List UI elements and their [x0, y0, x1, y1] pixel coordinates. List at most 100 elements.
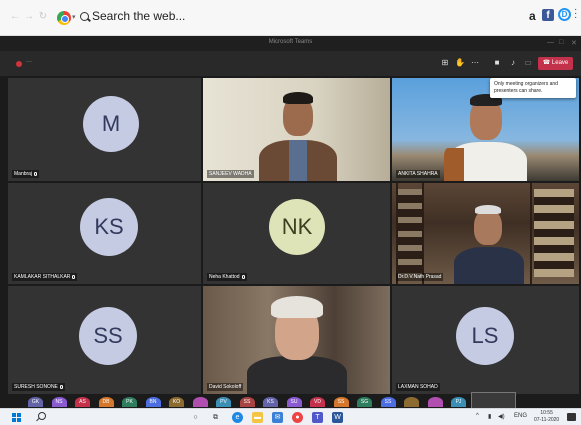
participant-name: Neha Khattod [207, 273, 247, 281]
avatar: LS [456, 307, 514, 365]
participant-tile[interactable]: M Manbraj [8, 78, 201, 181]
strip-participant-avatar[interactable]: KO [169, 397, 184, 407]
strip-participant-avatar[interactable] [404, 397, 419, 407]
task-view-icon[interactable]: ⧉ [210, 412, 221, 423]
call-timer: ··· [26, 59, 32, 65]
search-icon [80, 12, 89, 21]
strip-participant-avatar[interactable] [427, 397, 443, 407]
clock-date: 07-11-2020 [534, 417, 560, 423]
video-grid: M Manbraj SANJEEV WADHA ANKITA SHAHRA KS… [0, 76, 581, 396]
participant-name: KAMLAKAR SITHALKAR [12, 273, 78, 281]
strip-participant-avatar[interactable]: PK [122, 397, 137, 407]
chrome-icon[interactable]: ● [292, 412, 303, 423]
camera-icon[interactable]: ■ [492, 58, 502, 68]
participant-name: Dr.D.V.Nath Prasad [396, 273, 444, 281]
close-icon[interactable]: ✕ [571, 39, 577, 47]
strip-participant-avatar[interactable]: GK [28, 397, 43, 407]
windows-start-icon[interactable] [12, 413, 21, 422]
strip-participant-avatar[interactable]: SG [357, 397, 372, 407]
extension-a-icon[interactable]: a [529, 9, 536, 23]
mail-icon[interactable]: ✉ [272, 412, 283, 423]
person-head [474, 209, 502, 245]
participant-tile[interactable]: LS LAXMAN SOHAD [392, 286, 579, 394]
leave-button[interactable]: ☎ Leave [538, 57, 573, 70]
person-hair [271, 296, 323, 318]
participant-video-tile[interactable]: David Sokoloff [203, 286, 390, 394]
search-icon[interactable] [38, 412, 46, 420]
strip-participant-avatar[interactable]: VD [310, 397, 325, 407]
tray-chevron-icon[interactable]: ^ [476, 413, 479, 419]
strip-participant-avatar[interactable]: SU [286, 397, 302, 407]
battery-icon[interactable]: ▮ [488, 413, 491, 420]
strip-participant-avatar[interactable]: NS [51, 397, 67, 407]
refresh-icon[interactable]: ↻ [38, 12, 48, 22]
file-explorer-icon[interactable]: ▬ [252, 412, 263, 423]
minimize-icon[interactable]: — [547, 39, 554, 46]
more-menu-icon[interactable]: · · · [574, 5, 577, 23]
share-screen-icon[interactable]: ▭ [523, 58, 533, 68]
participant-name: SURESH SONONE [12, 383, 65, 391]
mic-icon [241, 274, 245, 279]
person-shawl [444, 148, 464, 181]
teams-title-bar: Microsoft Teams — □ ✕ [0, 36, 581, 51]
participant-tile[interactable]: NK Neha Khattod [203, 183, 390, 284]
share-tooltip: Only meeting organizers and presenters c… [490, 78, 576, 98]
strip-participant-avatar[interactable]: SS [380, 397, 396, 407]
notification-icon[interactable] [567, 413, 576, 421]
mic-icon [59, 384, 63, 389]
participant-tile[interactable]: KS KAMLAKAR SITHALKAR [8, 183, 201, 284]
strip-participant-avatar[interactable]: PV [216, 397, 231, 407]
word-icon[interactable]: W [332, 412, 343, 423]
call-toolbar: ··· ⊞ ✋ ⋯ ■ ♪ ▭ ☎ Leave [0, 51, 581, 76]
strip-participant-avatar[interactable]: DB [98, 397, 114, 407]
system-clock[interactable]: 10:55 07-11-2020 [534, 410, 559, 424]
strip-participant-avatar[interactable]: BN [145, 397, 161, 407]
participant-video-tile[interactable]: Dr.D.V.Nath Prasad [392, 183, 579, 284]
participant-video-tile[interactable]: SANJEEV WADHA [203, 78, 390, 181]
strip-participant-avatar[interactable] [192, 397, 208, 407]
strip-participant-avatar[interactable]: PJ [451, 397, 466, 407]
teams-icon[interactable]: T [312, 412, 323, 423]
clock-time: 10:55 [540, 410, 553, 416]
participant-name: ANKITA SHAHRA [396, 170, 440, 178]
participant-name: SANJEEV WADHA [207, 170, 254, 178]
search-input[interactable]: Search the web... [92, 9, 185, 23]
avatar: NK [269, 199, 325, 255]
browser-toolbar: ← → ↻ ▾ Search the web... a f D · · · [0, 0, 581, 36]
windows-taskbar: ○ ⧉ e ▬ ✉ ● T W ^ ▮ ◀) ENG 10:55 07-11-2… [0, 408, 581, 425]
participant-name: David Sokoloff [207, 383, 244, 391]
strip-participant-avatar[interactable]: KS [263, 397, 278, 407]
facebook-icon[interactable]: f [542, 9, 554, 21]
person-body [247, 356, 347, 394]
mic-icon [72, 274, 76, 279]
more-actions-icon[interactable]: ⋯ [470, 58, 480, 68]
strip-participant-avatar[interactable]: SS [333, 397, 349, 407]
forward-icon[interactable]: → [24, 12, 34, 22]
person-hair [475, 205, 501, 214]
browser-logo-icon[interactable] [57, 11, 71, 25]
mic-icon [34, 171, 38, 176]
strip-participant-avatar[interactable]: AS [75, 397, 90, 407]
participant-name: LAXMAN SOHAD [396, 383, 440, 391]
participant-tile[interactable]: SS SURESH SONONE [8, 286, 201, 394]
strip-participant-avatar[interactable]: SS [239, 397, 255, 407]
chevron-down-icon[interactable]: ▾ [72, 13, 76, 21]
cortana-icon[interactable]: ○ [190, 412, 201, 423]
volume-icon[interactable]: ◀) [498, 413, 505, 420]
avatar: SS [79, 307, 137, 365]
sync-extension-icon[interactable]: D [558, 8, 571, 21]
raise-hand-icon[interactable]: ✋ [455, 58, 465, 68]
back-icon[interactable]: ← [10, 12, 20, 22]
avatar: M [83, 96, 139, 152]
maximize-icon[interactable]: □ [559, 39, 563, 46]
bookshelf [534, 189, 574, 277]
person-hair [283, 92, 313, 104]
person-tie [289, 140, 307, 181]
person-body [454, 247, 524, 284]
grid-view-icon[interactable]: ⊞ [440, 58, 450, 68]
window-title: Microsoft Teams [268, 39, 313, 45]
recording-icon [16, 61, 22, 67]
edge-icon[interactable]: e [232, 412, 243, 423]
microphone-icon[interactable]: ♪ [508, 58, 518, 68]
language-indicator[interactable]: ENG [514, 413, 527, 419]
